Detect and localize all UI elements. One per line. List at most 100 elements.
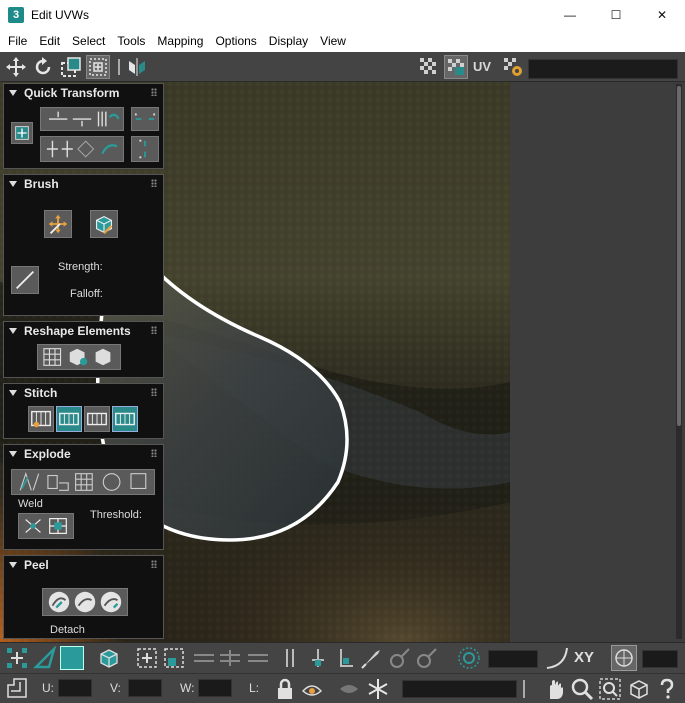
- grip-icon[interactable]: [151, 179, 157, 187]
- uv-space-label[interactable]: UV: [473, 59, 491, 74]
- menu-display[interactable]: Display: [263, 30, 314, 52]
- menu-view[interactable]: View: [314, 30, 352, 52]
- point-to-point-icon[interactable]: [306, 646, 330, 670]
- stitch-to-source-button[interactable]: [56, 406, 82, 432]
- ring-select-icon[interactable]: [278, 646, 302, 670]
- peel-header[interactable]: Peel: [4, 556, 163, 573]
- paint-select-icon[interactable]: [360, 646, 384, 670]
- space-horizontal-button[interactable]: [131, 107, 159, 131]
- brush-falloff-button[interactable]: [11, 266, 39, 294]
- explode-header[interactable]: Explode: [4, 445, 163, 462]
- peel-buttons[interactable]: [42, 588, 128, 616]
- panel-scrollbar-thumb[interactable]: [677, 86, 681, 426]
- menu-mapping[interactable]: Mapping: [151, 30, 209, 52]
- falloff-curve-icon[interactable]: [545, 646, 569, 670]
- stitch-average-button[interactable]: [84, 406, 110, 432]
- quick-transform-rollout: Quick Transform: [3, 83, 164, 169]
- grow-selection-icon[interactable]: [135, 646, 159, 670]
- brush-header[interactable]: Brush: [4, 175, 163, 192]
- help-icon[interactable]: [655, 677, 679, 701]
- xy-axis-label[interactable]: XY: [574, 649, 594, 666]
- paint-grow-icon[interactable]: [388, 646, 412, 670]
- zoom-extents-icon[interactable]: [627, 677, 651, 701]
- explode-buttons[interactable]: [11, 469, 155, 495]
- menu-select[interactable]: Select: [66, 30, 111, 52]
- freeze-icon[interactable]: [366, 677, 390, 701]
- stitch-title: Stitch: [24, 385, 58, 400]
- w-coordinate-field[interactable]: [198, 679, 232, 697]
- grip-icon[interactable]: [151, 449, 157, 457]
- maximize-button[interactable]: ☐: [593, 0, 639, 30]
- pan-icon[interactable]: [543, 677, 567, 701]
- collapse-triangle-icon: [9, 450, 17, 457]
- menu-tools[interactable]: Tools: [111, 30, 151, 52]
- grip-icon[interactable]: [151, 326, 157, 334]
- stitch-to-target-button[interactable]: [112, 406, 138, 432]
- v-coordinate-field[interactable]: [128, 679, 162, 697]
- zoom-icon[interactable]: [570, 677, 594, 701]
- separator-icon: [520, 677, 528, 701]
- close-button[interactable]: ✕: [639, 0, 685, 30]
- scale-icon[interactable]: [59, 55, 83, 79]
- grid-size-field[interactable]: [642, 650, 678, 668]
- l-label: L:: [249, 681, 260, 695]
- face-select-icon[interactable]: [60, 646, 84, 670]
- map-selector-field[interactable]: [528, 59, 678, 79]
- collapse-triangle-icon: [9, 561, 17, 568]
- select-by-edge-icon[interactable]: [333, 646, 357, 670]
- mirror-icon[interactable]: [125, 55, 149, 79]
- stitch-header[interactable]: Stitch: [4, 384, 163, 401]
- weld-buttons[interactable]: [18, 513, 74, 539]
- rotate-icon[interactable]: [31, 55, 55, 79]
- space-vertical-button[interactable]: [131, 136, 159, 162]
- menu-options[interactable]: Options: [209, 30, 262, 52]
- menu-edit[interactable]: Edit: [33, 30, 66, 52]
- freeform-mode-icon[interactable]: [86, 55, 110, 79]
- paint-shrink-icon[interactable]: [415, 646, 439, 670]
- paint-move-button[interactable]: [44, 210, 72, 238]
- move-icon[interactable]: [4, 55, 28, 79]
- grip-icon[interactable]: [151, 388, 157, 396]
- show-map-icon[interactable]: [444, 55, 468, 79]
- reshape-elements-title: Reshape Elements: [24, 323, 131, 338]
- grip-icon[interactable]: [151, 88, 157, 96]
- quick-transform-header[interactable]: Quick Transform: [4, 84, 163, 101]
- menu-file[interactable]: File: [2, 30, 33, 52]
- falloff-label: Falloff:: [70, 288, 103, 300]
- separator-icon: [114, 55, 124, 79]
- soft-selection-field[interactable]: [488, 650, 538, 668]
- detach-label: Detach: [50, 624, 85, 636]
- reshape-elements-header[interactable]: Reshape Elements: [4, 322, 163, 339]
- threshold-label: Threshold:: [90, 509, 142, 521]
- texture-settings-icon[interactable]: [501, 55, 525, 79]
- relax-brush-button[interactable]: [90, 210, 118, 238]
- lock-icon[interactable]: [273, 677, 297, 701]
- peel-rollout: Peel Detach: [3, 555, 164, 639]
- show-hidden-icon[interactable]: [300, 677, 324, 701]
- collapse-triangle-icon: [9, 389, 17, 396]
- u-coordinate-field[interactable]: [58, 679, 92, 697]
- minimize-button[interactable]: —: [547, 0, 593, 30]
- filter-field[interactable]: [402, 680, 517, 698]
- reshape-buttons[interactable]: [37, 344, 121, 370]
- edge-select-icon[interactable]: [32, 644, 57, 670]
- transform-type-icon[interactable]: [5, 676, 29, 700]
- world-space-icon[interactable]: [611, 645, 637, 671]
- loop-ring-select-icon[interactable]: [192, 646, 272, 670]
- grip-icon[interactable]: [151, 560, 157, 568]
- transform-center-button[interactable]: [11, 122, 33, 144]
- align-buttons-row1[interactable]: [40, 107, 124, 131]
- element-select-icon[interactable]: [97, 646, 121, 670]
- soft-selection-icon[interactable]: [457, 646, 481, 670]
- app-icon: 3: [8, 7, 24, 23]
- stitch-custom-button[interactable]: [28, 406, 54, 432]
- vertex-select-icon[interactable]: [5, 646, 29, 670]
- window-title: Edit UVWs: [31, 8, 90, 22]
- checker-pattern-icon[interactable]: [417, 55, 441, 79]
- zoom-region-icon[interactable]: [598, 677, 622, 701]
- collapse-triangle-icon: [9, 327, 17, 334]
- stitch-rollout: Stitch: [3, 383, 164, 439]
- hide-icon[interactable]: [337, 677, 361, 701]
- shrink-selection-icon[interactable]: [162, 646, 186, 670]
- align-buttons-row2[interactable]: [40, 136, 124, 162]
